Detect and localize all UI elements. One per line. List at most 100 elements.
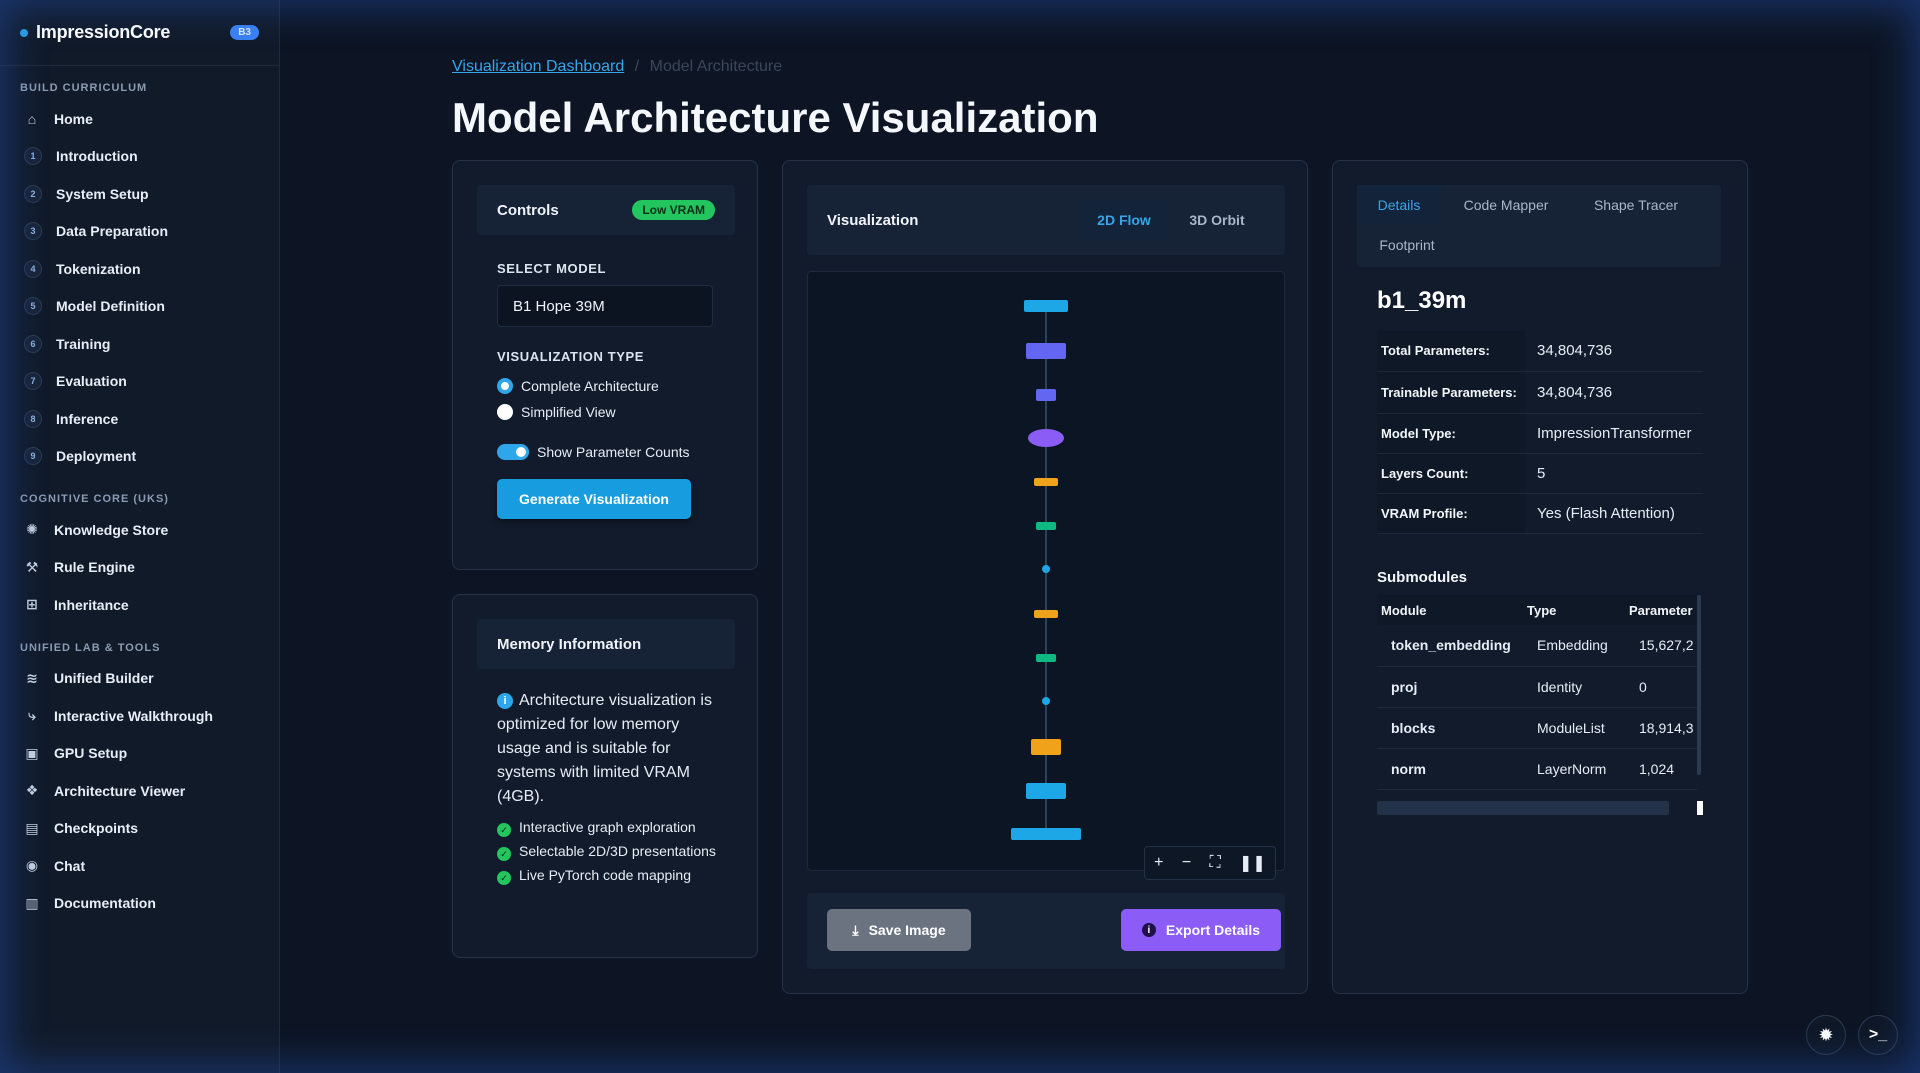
- sidebar-item-tokenization[interactable]: 4 Tokenization: [0, 250, 279, 288]
- fullscreen-icon[interactable]: ⛶: [1209, 854, 1220, 872]
- controls-header: Controls Low VRAM: [477, 185, 735, 235]
- breadcrumb: Visualization Dashboard / Model Architec…: [452, 58, 782, 76]
- sidebar-item-checkpoints[interactable]: ▤ Checkpoints: [0, 810, 279, 848]
- table-row[interactable]: norm LayerNorm 1,024: [1377, 748, 1697, 790]
- graph-node-embedding[interactable]: [1024, 300, 1068, 312]
- sidebar-item-inference[interactable]: 8 Inference: [0, 400, 279, 438]
- graph-node-output[interactable]: [1011, 828, 1081, 840]
- memory-info: i Architecture visualization is optimized…: [497, 689, 725, 809]
- sidebar-item-label: Inheritance: [54, 596, 129, 613]
- detail-key: Total Parameters:: [1377, 331, 1525, 372]
- breadcrumb-link[interactable]: Visualization Dashboard: [452, 58, 624, 75]
- radio-simplified-view[interactable]: Simplified View: [497, 399, 616, 425]
- radio-complete-architecture[interactable]: Complete Architecture: [497, 373, 659, 399]
- sidebar-item-evaluation[interactable]: 7 Evaluation: [0, 363, 279, 401]
- viz-type-label: VISUALIZATION TYPE: [497, 349, 645, 364]
- module-cell: proj: [1377, 666, 1527, 708]
- check-circle-icon: ✓: [497, 871, 511, 885]
- table-row[interactable]: token_embedding Embedding 15,627,2: [1377, 625, 1697, 667]
- tab-2d-flow[interactable]: 2D Flow: [1079, 199, 1169, 241]
- sidebar-item-introduction[interactable]: 1 Introduction: [0, 138, 279, 176]
- show-parameter-counts-toggle[interactable]: Show Parameter Counts: [497, 439, 690, 465]
- horizontal-scrollbar[interactable]: [1377, 801, 1669, 815]
- column-header-module: Module: [1377, 595, 1527, 625]
- zoom-in-icon[interactable]: +: [1154, 854, 1163, 872]
- graph-node-proj[interactable]: [1026, 343, 1066, 359]
- tab-3d-orbit[interactable]: 3D Orbit: [1169, 199, 1265, 241]
- radio-selected-icon: [497, 378, 513, 394]
- submodules-table: Module Type Parameter token_embedding Em…: [1377, 595, 1697, 790]
- architecture-canvas[interactable]: + − ⛶ ❚❚: [807, 271, 1285, 880]
- select-model-label: SELECT MODEL: [497, 261, 607, 276]
- sidebar-item-interactive-walkthrough[interactable]: ⤷ Interactive Walkthrough: [0, 697, 279, 735]
- sidebar-item-label: Introduction: [56, 148, 138, 165]
- breadcrumb-current: Model Architecture: [649, 58, 783, 75]
- tab-code-mapper[interactable]: Code Mapper: [1441, 185, 1571, 225]
- step-number: 6: [24, 334, 42, 353]
- details-card: Details Code Mapper Shape Tracer Footpri…: [1332, 160, 1748, 994]
- memory-title: Memory Information: [497, 635, 642, 653]
- sidebar-item-data-preparation[interactable]: 3 Data Preparation: [0, 213, 279, 251]
- module-cell: norm: [1377, 748, 1527, 790]
- tab-details[interactable]: Details: [1357, 185, 1441, 225]
- tab-footprint[interactable]: Footprint: [1357, 225, 1457, 265]
- sidebar-item-label: Architecture Viewer: [54, 782, 186, 799]
- column-header-parameters: Parameter: [1629, 595, 1697, 625]
- model-select[interactable]: B1 Hope 39M: [497, 285, 713, 327]
- graph-node-norm[interactable]: [1034, 610, 1058, 618]
- graph-node-mlp[interactable]: [1036, 522, 1056, 530]
- detail-row: VRAM Profile: Yes (Flash Attention): [1377, 493, 1703, 534]
- sidebar-item-inheritance[interactable]: ⊞ Inheritance: [0, 586, 279, 624]
- step-number: 1: [24, 147, 42, 166]
- brand[interactable]: ImpressionCore B3: [0, 0, 279, 66]
- sidebar-item-system-setup[interactable]: 2 System Setup: [0, 175, 279, 213]
- detail-key: VRAM Profile:: [1377, 493, 1525, 534]
- debug-bug-icon[interactable]: ✹: [1806, 1015, 1846, 1055]
- detail-value: Yes (Flash Attention): [1525, 493, 1703, 534]
- export-details-button[interactable]: i Export Details: [1121, 909, 1281, 951]
- save-image-button[interactable]: ⤓ Save Image: [827, 909, 971, 951]
- graph-node-linear[interactable]: [1036, 389, 1056, 401]
- sidebar-item-label: Unified Builder: [54, 670, 154, 687]
- info-icon: i: [497, 693, 513, 709]
- terminal-icon[interactable]: >_: [1858, 1015, 1898, 1055]
- submodules-header-row: Module Type Parameter: [1377, 595, 1697, 625]
- generate-visualization-button[interactable]: Generate Visualization: [497, 479, 691, 519]
- visualization-actions: ⤓ Save Image i Export Details: [807, 893, 1285, 969]
- zoom-out-icon[interactable]: −: [1182, 854, 1191, 872]
- feature-item: ✓ Live PyTorch code mapping: [497, 865, 725, 885]
- params-cell: 18,914,3: [1629, 707, 1697, 749]
- export-details-label: Export Details: [1165, 922, 1261, 938]
- graph-node-head[interactable]: [1026, 783, 1066, 799]
- pause-icon[interactable]: ❚❚: [1239, 853, 1266, 873]
- memory-info-text: Architecture visualization is optimized …: [497, 692, 712, 805]
- sidebar-item-home[interactable]: ⌂ Home: [0, 100, 279, 138]
- table-row[interactable]: blocks ModuleList 18,914,3: [1377, 707, 1697, 749]
- sidebar-item-training[interactable]: 6 Training: [0, 325, 279, 363]
- graph-node-residual[interactable]: [1042, 565, 1050, 573]
- step-number: 5: [24, 297, 42, 316]
- table-row[interactable]: proj Identity 0: [1377, 666, 1697, 708]
- graph-node-mlp[interactable]: [1036, 654, 1056, 662]
- vertical-scrollbar[interactable]: [1697, 595, 1701, 775]
- graph-node-norm[interactable]: [1034, 478, 1058, 486]
- detail-value: ImpressionTransformer: [1525, 413, 1703, 454]
- sidebar-item-architecture-viewer[interactable]: ❖ Architecture Viewer: [0, 772, 279, 810]
- sidebar-item-documentation[interactable]: ▥ Documentation: [0, 885, 279, 923]
- tab-shape-tracer[interactable]: Shape Tracer: [1571, 185, 1701, 225]
- sidebar-item-chat[interactable]: ◉ Chat: [0, 847, 279, 885]
- column-header-type: Type: [1527, 595, 1629, 625]
- submodules-title: Submodules: [1377, 569, 1468, 586]
- brand-name: ImpressionCore: [36, 22, 171, 42]
- sidebar-item-unified-builder[interactable]: ≋ Unified Builder: [0, 660, 279, 698]
- sidebar-item-model-definition[interactable]: 5 Model Definition: [0, 288, 279, 326]
- sidebar-item-deployment[interactable]: 9 Deployment: [0, 438, 279, 476]
- graph-node-attention[interactable]: [1028, 429, 1064, 447]
- scrollbar-thumb[interactable]: [1697, 801, 1703, 815]
- graph-node-residual[interactable]: [1042, 697, 1050, 705]
- sidebar-item-rule-engine[interactable]: ⚒ Rule Engine: [0, 549, 279, 587]
- graph-node-final-norm[interactable]: [1031, 739, 1061, 755]
- sidebar-item-knowledge-store[interactable]: ✺ Knowledge Store: [0, 511, 279, 549]
- sitemap-icon: ⊞: [26, 596, 38, 613]
- sidebar-item-gpu-setup[interactable]: ▣ GPU Setup: [0, 735, 279, 773]
